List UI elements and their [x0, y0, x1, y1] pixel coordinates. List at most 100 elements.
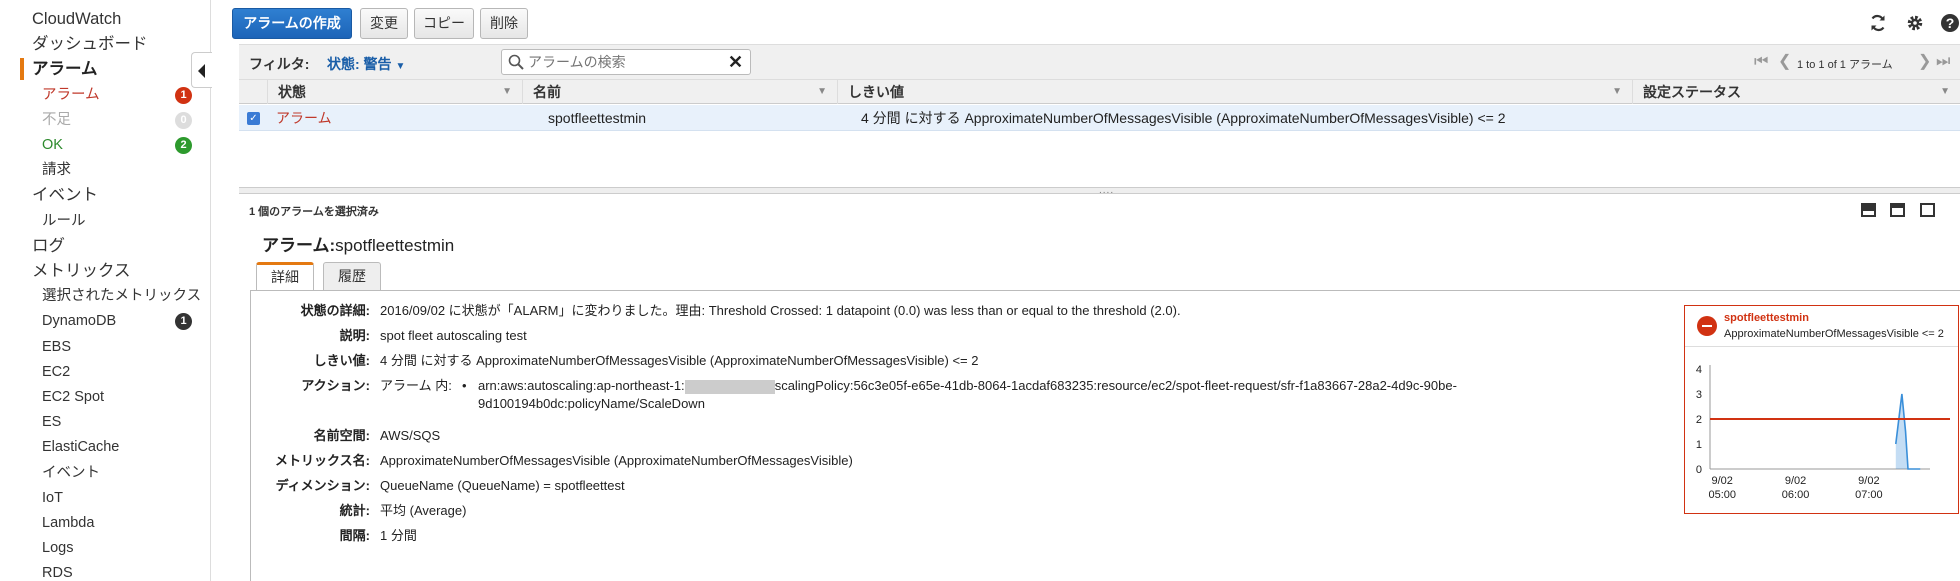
period-label: 間隔:: [339, 528, 370, 543]
pager-text: 1 to 1 of 1 アラーム: [1797, 59, 1893, 71]
layout-bottom-icon[interactable]: [1861, 203, 1876, 217]
detail-title: アラーム:spotfleettestmin: [262, 231, 454, 256]
threshold-value: 4 分間 に対する ApproximateNumberOfMessagesVis…: [380, 353, 979, 368]
column-header-name[interactable]: 名前 ▼: [522, 80, 837, 104]
sidebar-item-ok[interactable]: OK: [42, 135, 63, 155]
table-row[interactable]: ✓ アラーム spotfleettestmin 4 分間 に対する Approx…: [239, 105, 1960, 131]
layout-full-icon[interactable]: [1920, 203, 1935, 217]
first-page-icon[interactable]: ⏮: [1754, 53, 1768, 71]
create-alarm-button[interactable]: アラームの作成: [232, 8, 352, 39]
clear-search-icon[interactable]: ✕: [728, 52, 743, 72]
tab-details[interactable]: 詳細: [256, 262, 314, 291]
x-tick-time-label: 05:00: [1708, 489, 1736, 501]
column-label: 設定ステータス: [1643, 84, 1741, 100]
refresh-icon[interactable]: [1868, 13, 1888, 33]
sidebar-item-item-6[interactable]: 請求: [42, 160, 71, 180]
sidebar-item-elasticache[interactable]: ElastiCache: [42, 437, 119, 457]
active-indicator: [20, 58, 24, 81]
prev-page-icon[interactable]: ❮: [1778, 53, 1791, 71]
gear-icon[interactable]: [1905, 13, 1925, 33]
sidebar-item-item-7[interactable]: イベント: [32, 185, 98, 205]
pager: ⏮ ❮ 1 to 1 of 1 アラーム ❯ ⏭: [1754, 53, 1954, 73]
svg-text:?: ?: [1946, 15, 1955, 31]
action-arn: arn:aws:autoscaling:ap-northeast-1: scali…: [478, 377, 1457, 395]
namespace-label: 名前空間:: [313, 428, 370, 443]
sidebar-item-logs[interactable]: Logs: [42, 538, 73, 558]
copy-button[interactable]: コピー: [414, 8, 474, 39]
x-tick-date-label: 9/02: [1858, 475, 1879, 487]
sort-caret-icon: ▼: [1940, 86, 1950, 97]
graph-plot: 0 1 2 3 4 9/02 05:00 9/02 06:00 9/02 07:00: [1696, 364, 1950, 501]
action-prefix: アラーム 内:: [380, 378, 452, 393]
sidebar-collapse-toggle[interactable]: [191, 52, 212, 88]
detail-title-name: spotfleettestmin: [335, 236, 455, 255]
dimension-label: ディメンション:: [275, 478, 370, 493]
column-label: 状態: [278, 84, 306, 100]
delete-button[interactable]: 削除: [480, 8, 528, 39]
action-label: アクション:: [301, 378, 370, 393]
graph-title: spotfleettestmin: [1724, 312, 1809, 324]
sidebar-item-item-4[interactable]: 不足: [42, 110, 71, 130]
sidebar-item-ec2-spot[interactable]: EC2 Spot: [42, 387, 104, 407]
column-label: 名前: [533, 84, 561, 100]
count-badge: 1: [175, 86, 192, 104]
alarm-graph[interactable]: spotfleettestmin ApproximateNumberOfMess…: [1684, 305, 1959, 514]
search-input[interactable]: [528, 52, 724, 72]
sidebar-item-cloudwatch[interactable]: CloudWatch: [32, 9, 121, 29]
description-label: 説明:: [339, 328, 370, 343]
row-name: spotfleettestmin: [548, 110, 647, 126]
chevron-down-icon: ▼: [395, 61, 406, 72]
sidebar-item-item-8[interactable]: ルール: [42, 211, 86, 231]
sidebar-item-dynamodb[interactable]: DynamoDB: [42, 311, 116, 331]
state-detail-label: 状態の詳細:: [300, 303, 370, 318]
filter-dropdown[interactable]: 状態: 警告 ▼: [327, 54, 405, 74]
sidebar-item-iot[interactable]: IoT: [42, 488, 63, 508]
column-header-state[interactable]: 状態 ▼: [267, 80, 522, 104]
sidebar-item-item-1[interactable]: ダッシュボード: [32, 34, 148, 54]
x-tick-date-label: 9/02: [1712, 475, 1733, 487]
cloudwatch-console: CloudWatch ダッシュボード アラーム アラーム 1 不足 0 OK 2 請求 イベント ルー…: [0, 0, 1960, 581]
sort-caret-icon: ▼: [817, 86, 827, 97]
count-badge: 0: [175, 111, 192, 129]
layout-split-icon[interactable]: [1890, 203, 1905, 217]
y-tick-label: 0: [1696, 464, 1702, 476]
action-arn-continued: 9d100194b0dc:policyName/ScaleDown: [478, 396, 705, 411]
sidebar-item-item-11[interactable]: 選択されたメトリックス: [42, 286, 201, 306]
action-arn-part: arn:aws:autoscaling:ap-northeast-1:: [478, 378, 685, 393]
alarm-state-icon: [1697, 316, 1717, 336]
statistic-value: 平均 (Average): [380, 503, 467, 518]
y-tick-label: 1: [1696, 439, 1702, 451]
column-header-config-status[interactable]: 設定ステータス ▼: [1632, 80, 1960, 104]
sidebar-item-ebs[interactable]: EBS: [42, 337, 71, 357]
sidebar-item-es[interactable]: ES: [42, 412, 61, 432]
last-page-icon[interactable]: ⏭: [1936, 53, 1950, 71]
search-box: ✕: [501, 49, 751, 75]
filter-bar: フィルタ: 状態: 警告 ▼ ✕ ⏮ ❮ 1 to 1 of 1 アラーム ❯ …: [239, 44, 1960, 80]
sidebar-item-lambda[interactable]: Lambda: [42, 513, 94, 533]
help-icon[interactable]: ?: [1940, 13, 1960, 33]
sidebar-item-ec2[interactable]: EC2: [42, 362, 70, 382]
sidebar-item-rds[interactable]: RDS: [42, 563, 73, 581]
x-tick-date-label: 9/02: [1785, 475, 1806, 487]
redacted-account-id: [684, 379, 775, 394]
detail-title-prefix: アラーム:: [262, 236, 336, 255]
sort-caret-icon: ▼: [1612, 86, 1622, 97]
sidebar-item-item-10[interactable]: メトリックス: [32, 261, 131, 281]
column-header-threshold[interactable]: しきい値 ▼: [837, 80, 1632, 104]
sidebar-item-item-2[interactable]: アラーム: [32, 59, 98, 79]
modify-button[interactable]: 変更: [360, 8, 408, 39]
sidebar-item-item-18[interactable]: イベント: [42, 463, 100, 483]
selected-count: 1 個のアラームを選択済み: [249, 206, 379, 218]
row-checkbox[interactable]: ✓: [247, 112, 260, 125]
next-page-icon[interactable]: ❯: [1918, 53, 1931, 71]
statistic-label: 統計:: [339, 503, 370, 518]
dimension-value: QueueName (QueueName) = spotfleettest: [380, 478, 625, 493]
tab-history[interactable]: 履歴: [323, 262, 381, 290]
sidebar: CloudWatch ダッシュボード アラーム アラーム 1 不足 0 OK 2 請求 イベント ルー…: [0, 0, 211, 581]
search-icon: [508, 54, 524, 70]
period-value: 1 分間: [380, 528, 417, 543]
pane-splitter[interactable]: ....: [239, 185, 1960, 196]
column-label: しきい値: [848, 84, 904, 100]
sidebar-item-item-9[interactable]: ログ: [32, 236, 65, 256]
sidebar-item-item-3[interactable]: アラーム: [42, 85, 100, 105]
